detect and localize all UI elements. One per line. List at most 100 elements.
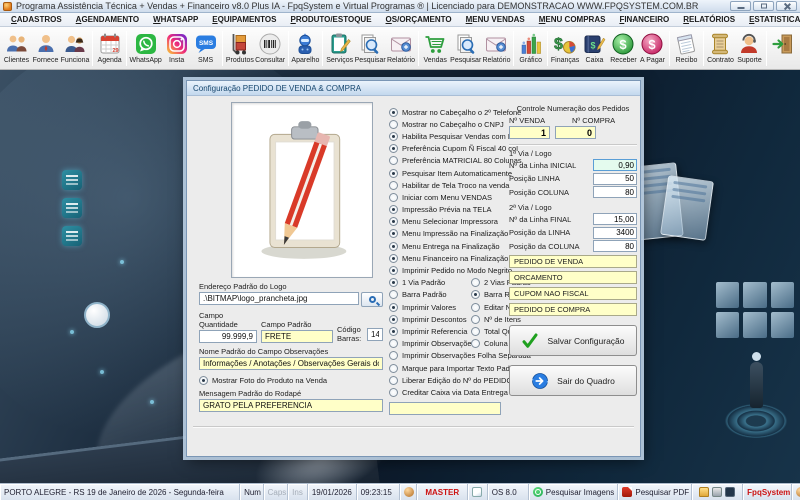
toolbar-aparelho-button[interactable]: Aparelho <box>291 28 320 69</box>
option-mostrar-foto-produto[interactable]: Mostrar Foto do Produto na Venda <box>199 376 383 385</box>
folder-icon[interactable] <box>699 487 710 497</box>
option-imprimir-pedido-no-modo-negrito[interactable]: Imprimir Pedido no Modo Negrito <box>389 266 512 276</box>
extra-footer-field[interactable] <box>389 402 501 415</box>
posicao-linha-input[interactable] <box>593 172 637 185</box>
option-barra-padrao[interactable]: Barra Padrão <box>389 290 471 300</box>
toolbar-separator <box>547 31 549 66</box>
toolbar-fornece-button[interactable]: Fornece <box>31 28 60 69</box>
background-app-tile <box>62 198 82 218</box>
campo-quantidade-input[interactable] <box>199 330 257 343</box>
toolbar-relatorio-button[interactable]: Relatório <box>386 28 415 69</box>
option-preferencia-matricial-80-colunas[interactable]: Preferência MATRICIAL 80 Colunas <box>389 156 522 166</box>
option-mostrar-no-cabecalho-o-2-telefone[interactable]: Mostrar no Cabeçalho o 2º Telefone <box>389 107 521 117</box>
close-button[interactable] <box>776 1 797 11</box>
toolbar-pesquisar-button[interactable]: Pesquisar <box>354 28 386 69</box>
toolbar-grafico-button[interactable]: Gráfico <box>516 28 545 69</box>
option-creditar-caixa-via-data-entrega[interactable]: Creditar Caixa via Data Entrega <box>389 387 508 397</box>
num-compra-input[interactable] <box>555 126 596 139</box>
posicao-linha2-input[interactable] <box>593 226 637 239</box>
option-preferencia-cupom-n-fiscal-40-col[interactable]: Preferência Cupom Ñ Fiscal 40 col <box>389 144 518 154</box>
observacoes-input[interactable] <box>199 357 383 370</box>
option-1-via-padrao[interactable]: 1 Via Padrão <box>389 278 471 288</box>
option-imprimir-observacoes[interactable]: Imprimir Observações <box>389 339 475 349</box>
toolbar-agenda-button[interactable]: 29 Agenda <box>95 28 124 69</box>
save-config-button[interactable]: Salvar Configuração <box>509 325 637 356</box>
toolbar-suporte-button[interactable]: Suporte <box>735 28 764 69</box>
menu-relatorios[interactable]: RELATÓRIOS <box>676 14 742 25</box>
option-mostrar-no-cabecalho-o-cnpj[interactable]: Mostrar no Cabeçalho o CNPJ <box>389 119 504 129</box>
linha-final-input[interactable] <box>593 213 637 225</box>
toolbar-sms-button[interactable]: SMS SMS <box>191 28 220 69</box>
toolbar-label: Clientes <box>3 57 30 64</box>
printer-icon[interactable] <box>712 487 723 497</box>
toolbar-caixa-button[interactable]: $ Caixa <box>580 28 609 69</box>
status-search-pdf[interactable]: Pesquisar PDF <box>618 484 693 500</box>
campo-padrao-input[interactable] <box>261 330 333 343</box>
option-iniciar-com-menu-vendas[interactable]: Iniciar com Menu VENDAS <box>389 192 492 202</box>
toolbar-whatsapp-button[interactable]: WhatsApp <box>129 28 162 69</box>
toolbar-funciona-button[interactable]: Funciona <box>60 28 90 69</box>
posicao-coluna2-input[interactable] <box>593 240 637 252</box>
toolbar-contrato-button[interactable]: Contrato <box>706 28 735 69</box>
menu-equipamentos[interactable]: EQUIPAMENTOS <box>205 14 283 25</box>
num-venda-input[interactable] <box>509 126 550 139</box>
toolbar-a-pagar-button[interactable]: $ A Pagar <box>638 28 667 69</box>
sms-icon: SMS <box>193 31 218 56</box>
cupom-nao-fiscal-button[interactable]: CUPOM NAO FISCAL <box>509 287 637 300</box>
option-imprimir-descontos[interactable]: Imprimir Descontos <box>389 314 471 324</box>
toolbar-recibo-button[interactable]: Recibo <box>672 28 701 69</box>
option-imprimir-valores[interactable]: Imprimir Valores <box>389 302 471 312</box>
menu-produto-estoque[interactable]: PRODUTO/ESTOQUE <box>283 14 378 25</box>
toolbar-pesquisar-button[interactable]: Pesquisar <box>450 28 482 69</box>
option-pesquisar-item-automaticamente[interactable]: Pesquisar Item Automaticamente <box>389 168 512 178</box>
pedido-compra-button[interactable]: PEDIDO DE COMPRA <box>509 303 637 316</box>
monitor-icon[interactable] <box>725 487 736 497</box>
menu-os-orcamento[interactable]: OS/ORÇAMENTO <box>379 14 459 25</box>
codigo-barras-input[interactable] <box>367 327 383 341</box>
logo-path-input[interactable] <box>199 292 359 305</box>
toolbar-servicos-button[interactable]: Serviços <box>325 28 354 69</box>
posicao-coluna-input[interactable] <box>593 186 637 198</box>
option-menu-entrega-na-finalizacao[interactable]: Menu Entrega na Finalização <box>389 241 500 251</box>
menu-agendamento[interactable]: AGENDAMENTO <box>69 14 146 25</box>
option-impressao-previa-na-tela[interactable]: Impressão Prévia na TELA <box>389 205 492 215</box>
menu-menu-vendas[interactable]: MENU VENDAS <box>459 14 532 25</box>
option-menu-financeiro-na-finalizacao[interactable]: Menu Financeiro na Finalização <box>389 253 508 263</box>
option-marque-para-importar-texto-padrao[interactable]: Marque para Importar Texto Padrão <box>389 363 521 373</box>
pedido-venda-button[interactable]: PEDIDO DE VENDA <box>509 255 637 268</box>
exit-dialog-button[interactable]: Sair do Quadro <box>509 365 637 396</box>
option-habilita-pesquisar-vendas-com-filtro[interactable]: Habilita Pesquisar Vendas com Filtro <box>389 131 525 141</box>
option-habilitar-de-tela-troco-na-venda[interactable]: Habilitar de Tela Troco na venda <box>389 180 509 190</box>
minimize-button[interactable] <box>730 1 751 11</box>
browse-logo-button[interactable] <box>361 292 383 307</box>
toolbar-clientes-button[interactable]: Clientes <box>2 28 31 69</box>
toolbar-exit-door-button[interactable] <box>769 28 798 69</box>
toolbar-vendas-button[interactable]: Vendas <box>421 28 450 69</box>
rodape-input[interactable] <box>199 399 383 412</box>
option-imprimir-referencia[interactable]: Imprimir Referencia <box>389 326 471 336</box>
menu-cadastros[interactable]: CADASTROS <box>4 14 69 25</box>
toolbar-consultar-button[interactable]: Consultar <box>255 28 286 69</box>
logo-path-label: Endereço Padrão do Logo <box>199 282 287 291</box>
whatsapp-icon <box>133 31 158 56</box>
option-label: Barra Padrão <box>402 290 447 300</box>
linha-inicial-input[interactable] <box>593 159 637 171</box>
status-search-images[interactable]: Pesquisar Imagens <box>529 484 619 500</box>
option-menu-selecionar-impressora[interactable]: Menu Selecionar Impressora <box>389 217 498 227</box>
toolbar-produtos-button[interactable]: Produtos <box>225 28 254 69</box>
toolbar-receber-button[interactable]: $ Receber <box>609 28 638 69</box>
toolbar-relatorio-button[interactable]: Relatório <box>482 28 511 69</box>
orcamento-button[interactable]: ORCAMENTO <box>509 271 637 284</box>
dialog-titlebar[interactable]: Configuração PEDIDO DE VENDA & COMPRA <box>187 81 640 96</box>
restore-button[interactable] <box>753 1 774 11</box>
background-user-icon <box>84 302 110 328</box>
menu-whatsapp[interactable]: WHATSAPP <box>146 14 205 25</box>
menu-financeiro[interactable]: FINANCEIRO <box>612 14 676 25</box>
toolbar-insta-button[interactable]: Insta <box>162 28 191 69</box>
option-menu-impressao-na-finalizacao[interactable]: Menu Impressão na Finalização <box>389 229 508 239</box>
toolbar-label: A Pagar <box>640 57 665 64</box>
option-liberar-edicao-do-n-do-pedido[interactable]: Liberar Edição do Nº do PEDIDO <box>389 375 512 385</box>
menu-estatistica[interactable]: ESTATISTICA <box>742 14 800 25</box>
toolbar-financas-button[interactable]: $ Finanças <box>550 28 580 69</box>
menu-menu-compras[interactable]: MENU COMPRAS <box>532 14 613 25</box>
